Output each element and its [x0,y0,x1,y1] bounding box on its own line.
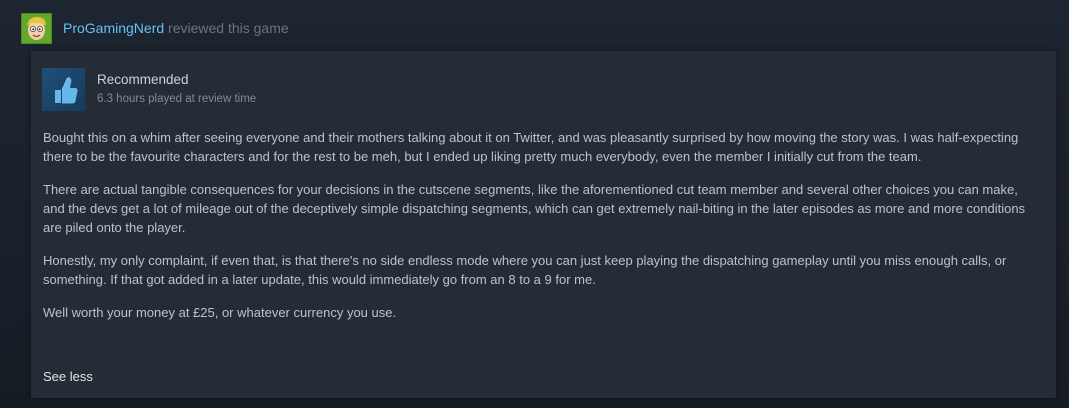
header-text: ProGamingNerd reviewed this game [63,20,289,36]
thumbs-up-icon [42,68,85,111]
cartoon-face-icon [22,13,51,43]
playtime-label: 6.3 hours played at review time [97,93,257,105]
review-text: Bought this on a whim after seeing every… [43,128,1043,336]
review-paragraph: Bought this on a whim after seeing every… [43,130,1019,164]
review-card: Recommended 6.3 hours played at review t… [31,51,1056,398]
review-header: ProGamingNerd reviewed this game [21,12,289,44]
review-paragraph: Well worth your money at £25, or whateve… [43,305,397,320]
review-paragraph: Honestly, my only complaint, if even tha… [43,253,1007,287]
see-less-link[interactable]: See less [43,369,93,384]
avatar[interactable] [21,12,52,44]
username-link[interactable]: ProGamingNerd [63,20,164,36]
verdict-label: Recommended [97,72,189,87]
reviewed-this-game-label: reviewed this game [164,20,289,36]
verdict-section: Recommended 6.3 hours played at review t… [42,68,256,111]
review-paragraph: There are actual tangible consequences f… [43,182,1026,235]
